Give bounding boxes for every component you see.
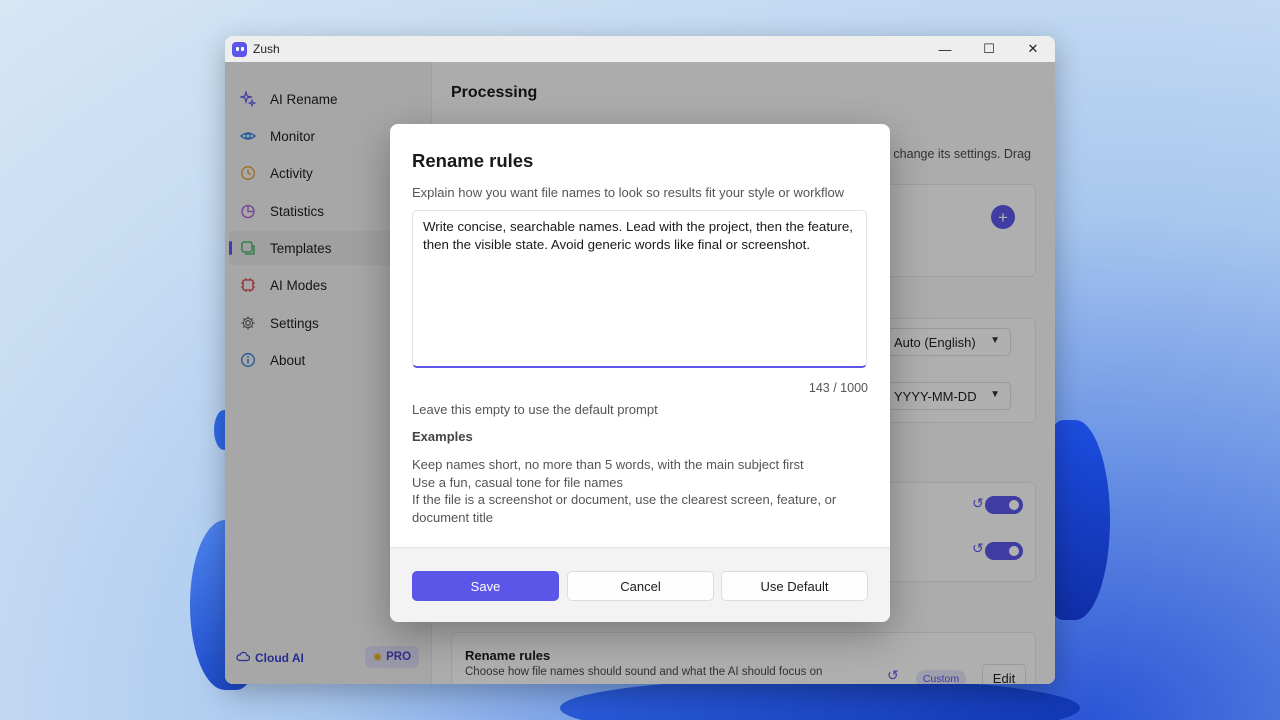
dialog-title: Rename rules: [412, 150, 534, 171]
example-item: If the file is a screenshot or document,…: [412, 492, 837, 525]
minimize-icon[interactable]: —: [923, 36, 967, 62]
dialog-subtitle: Explain how you want file names to look …: [412, 185, 845, 200]
character-counter: 143 / 1000: [808, 381, 868, 395]
save-button[interactable]: Save: [412, 571, 559, 601]
cancel-button[interactable]: Cancel: [567, 571, 714, 601]
app-logo-icon: [232, 41, 247, 57]
dialog-footer: Save Cancel Use Default: [390, 547, 890, 622]
title-bar[interactable]: Zush — ☐ ✕: [225, 36, 1055, 62]
examples-heading: Examples: [412, 429, 473, 444]
wallpaper-bloom: [560, 678, 1080, 720]
rename-rules-textarea[interactable]: Write concise, searchable names. Lead wi…: [412, 210, 867, 368]
example-item: Keep names short, no more than 5 words, …: [412, 457, 804, 472]
example-item: Use a fun, casual tone for file names: [412, 474, 624, 490]
window-controls: — ☐ ✕: [923, 36, 1055, 62]
app-title: Zush: [253, 42, 280, 56]
rename-rules-dialog: Rename rules Explain how you want file n…: [390, 124, 890, 622]
maximize-icon[interactable]: ☐: [967, 36, 1011, 62]
default-prompt-hint: Leave this empty to use the default prom…: [412, 402, 658, 417]
use-default-button[interactable]: Use Default: [721, 571, 868, 601]
examples-list: Keep names short, no more than 5 words, …: [412, 456, 852, 526]
close-icon[interactable]: ✕: [1011, 36, 1055, 62]
